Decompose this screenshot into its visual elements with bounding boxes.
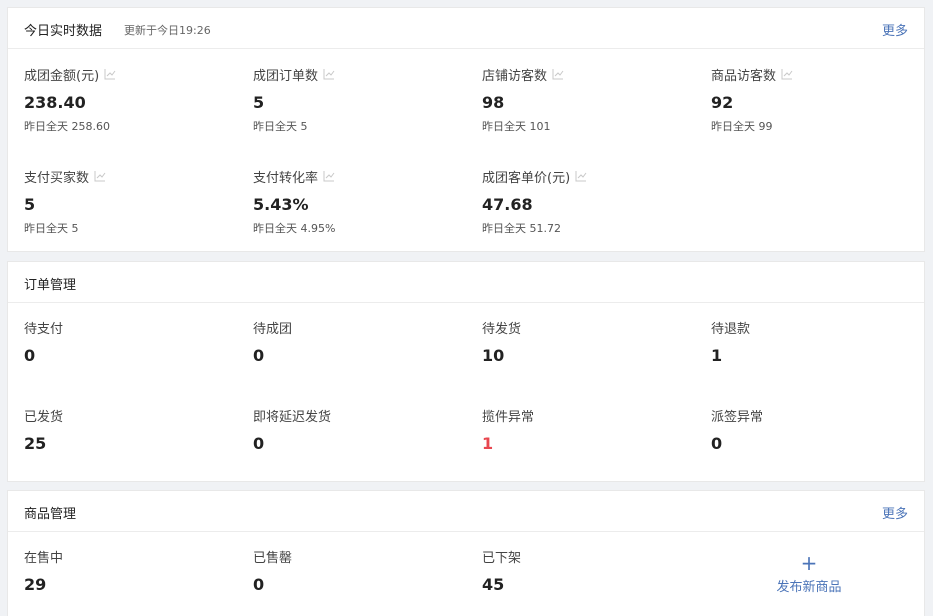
order-pending-shipment[interactable]: 待发货 10 [482, 318, 702, 366]
metric-label: 商品访客数 [711, 68, 777, 84]
order-count: 25 [24, 434, 47, 453]
metric-label: 支付转化率 [253, 170, 319, 186]
order-label: 揽件异常 [482, 409, 535, 425]
order-label: 待成团 [253, 321, 293, 337]
order-label: 即将延迟发货 [253, 409, 332, 425]
metric-group-orders: 成团订单数 5 昨日全天 5 [253, 65, 473, 133]
order-label: 待支付 [24, 321, 64, 337]
metric-yesterday: 昨日全天 99 [711, 120, 773, 133]
metric-goods-visitors: 商品访客数 92 昨日全天 99 [711, 65, 931, 133]
metric-conversion-rate: 支付转化率 5.43% 昨日全天 4.95% [253, 167, 473, 236]
line-chart-icon[interactable] [323, 170, 335, 182]
metric-value: 5 [253, 93, 265, 112]
order-count: 0 [253, 346, 265, 365]
order-count: 0 [711, 434, 723, 453]
line-chart-icon[interactable] [575, 170, 587, 182]
metric-label-row: 店铺访客数 [482, 65, 702, 84]
realtime-data-card: 今日实时数据 更新于今日19:26 更多 成团金额(元) 238.40 昨日全天… [7, 7, 925, 252]
order-pending-payment[interactable]: 待支付 0 [24, 318, 244, 366]
order-management-card: 订单管理 待支付 0 待成团 0 待发货 10 待退款 1 已发货 25 即将延… [7, 261, 925, 482]
metric-label: 支付买家数 [24, 170, 90, 186]
metric-label-row: 支付买家数 [24, 167, 244, 186]
line-chart-icon[interactable] [781, 68, 793, 80]
goods-more-link[interactable]: 更多 [882, 503, 908, 522]
goods-header: 商品管理 更多 [8, 491, 924, 532]
metric-value: 238.40 [24, 93, 86, 112]
order-pending-group[interactable]: 待成团 0 [253, 318, 473, 366]
metric-label: 成团客单价(元) [482, 170, 571, 186]
order-count-alert: 1 [482, 434, 494, 453]
metric-yesterday: 昨日全天 101 [482, 120, 551, 133]
metric-label-row: 成团客单价(元) [482, 167, 702, 186]
metric-label-row: 成团订单数 [253, 65, 473, 84]
metric-label-row: 商品访客数 [711, 65, 931, 84]
order-pickup-exception[interactable]: 揽件异常 1 [482, 406, 702, 454]
goods-count: 0 [253, 575, 265, 594]
plus-icon: + [800, 551, 818, 575]
goods-title: 商品管理 [24, 507, 77, 522]
metric-label-row: 成团金额(元) [24, 65, 244, 84]
metric-yesterday: 昨日全天 5 [24, 222, 79, 235]
metric-label-row: 支付转化率 [253, 167, 473, 186]
metric-yesterday: 昨日全天 4.95% [253, 222, 336, 235]
order-shipped[interactable]: 已发货 25 [24, 406, 244, 454]
goods-label: 已下架 [482, 550, 522, 566]
metric-paying-buyers: 支付买家数 5 昨日全天 5 [24, 167, 244, 235]
goods-delisted[interactable]: 已下架 45 [482, 547, 702, 595]
metric-value: 47.68 [482, 195, 533, 214]
orders-header: 订单管理 [8, 262, 924, 303]
order-count: 0 [253, 434, 265, 453]
publish-goods-label: 发布新商品 [776, 580, 842, 595]
metric-yesterday: 昨日全天 51.72 [482, 222, 561, 235]
line-chart-icon[interactable] [104, 68, 116, 80]
metric-value: 98 [482, 93, 505, 112]
order-label: 已发货 [24, 409, 64, 425]
metric-value: 5 [24, 195, 36, 214]
order-delay-soon[interactable]: 即将延迟发货 0 [253, 406, 473, 454]
order-pending-refund[interactable]: 待退款 1 [711, 318, 931, 366]
goods-count: 29 [24, 575, 47, 594]
goods-management-card: 商品管理 更多 在售中 29 已售罄 0 已下架 45 + 发布新商品 [7, 490, 925, 616]
order-label: 派签异常 [711, 409, 764, 425]
metric-value: 92 [711, 93, 734, 112]
realtime-title: 今日实时数据 [24, 24, 103, 39]
line-chart-icon[interactable] [323, 68, 335, 80]
metric-avg-order-value: 成团客单价(元) 47.68 昨日全天 51.72 [482, 167, 702, 235]
order-label: 待发货 [482, 321, 522, 337]
realtime-more-link[interactable]: 更多 [882, 20, 908, 39]
metric-group-amount: 成团金额(元) 238.40 昨日全天 258.60 [24, 65, 244, 133]
goods-label: 已售罄 [253, 550, 293, 566]
metric-store-visitors: 店铺访客数 98 昨日全天 101 [482, 65, 702, 133]
metric-yesterday: 昨日全天 5 [253, 120, 308, 133]
order-label: 待退款 [711, 321, 751, 337]
line-chart-icon[interactable] [552, 68, 564, 80]
publish-goods-button[interactable]: + 发布新商品 [749, 553, 869, 595]
goods-label: 在售中 [24, 550, 64, 566]
metric-yesterday: 昨日全天 258.60 [24, 120, 110, 133]
update-time: 更新于今日19:26 [124, 24, 211, 37]
order-count: 10 [482, 346, 505, 365]
order-delivery-exception[interactable]: 派签异常 0 [711, 406, 931, 454]
metric-value: 5.43% [253, 195, 309, 214]
goods-sold-out[interactable]: 已售罄 0 [253, 547, 473, 595]
metric-label: 成团订单数 [253, 68, 319, 84]
realtime-header: 今日实时数据 更新于今日19:26 更多 [8, 8, 924, 49]
orders-title: 订单管理 [24, 278, 77, 293]
goods-on-sale[interactable]: 在售中 29 [24, 547, 244, 595]
goods-count: 45 [482, 575, 505, 594]
metric-label: 成团金额(元) [24, 68, 100, 84]
order-count: 0 [24, 346, 36, 365]
metric-label: 店铺访客数 [482, 68, 548, 84]
line-chart-icon[interactable] [94, 170, 106, 182]
order-count: 1 [711, 346, 723, 365]
